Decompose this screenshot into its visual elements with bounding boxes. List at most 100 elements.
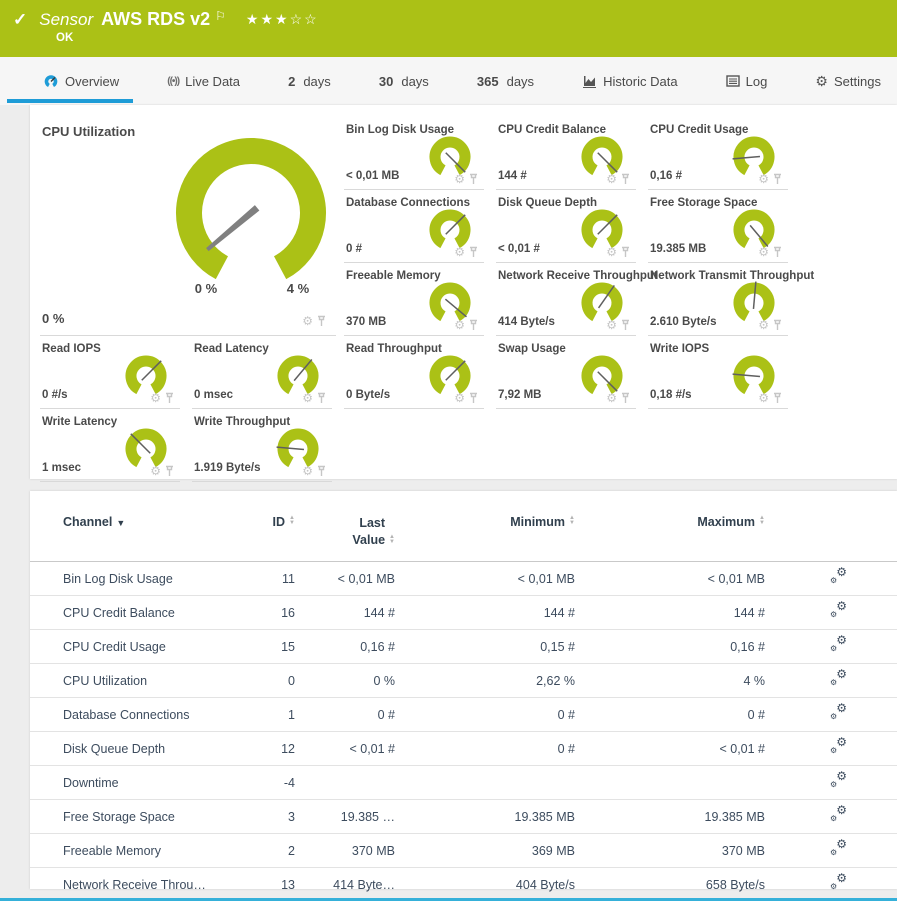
table-row[interactable]: CPU Utilization 0 0 % 2,62 % 4 % ⚙⚙	[30, 664, 897, 698]
table-row[interactable]: Network Receive Throu… 13 414 Byte… 404 …	[30, 868, 897, 901]
table-row[interactable]: Disk Queue Depth 12 < 0,01 # 0 # < 0,01 …	[30, 732, 897, 766]
table-row[interactable]: Free Storage Space 3 19.385 … 19.385 MB …	[30, 800, 897, 834]
channel-settings-icon[interactable]: ⚙⚙	[830, 841, 847, 857]
channel-name[interactable]: Bin Log Disk Usage	[30, 562, 253, 596]
gauge-cell-write-latency[interactable]: Write Latency 1 msec ⚙	[40, 409, 180, 482]
tab-30-days[interactable]: 30 days	[379, 57, 429, 105]
pin-icon[interactable]	[317, 465, 326, 477]
channel-name[interactable]: Free Storage Space	[30, 800, 253, 834]
tab-historic-data[interactable]: Historic Data	[582, 57, 677, 105]
pin-icon[interactable]	[773, 173, 782, 185]
gauge-cell-read-latency[interactable]: Read Latency 0 msec ⚙	[192, 336, 332, 409]
gear-icon[interactable]: ⚙	[150, 392, 161, 404]
pin-icon[interactable]	[621, 319, 630, 331]
pin-icon[interactable]	[621, 392, 630, 404]
channel-settings-icon[interactable]: ⚙⚙	[830, 637, 847, 653]
gauge-cell-read-throughput[interactable]: Read Throughput 0 Byte/s ⚙	[344, 336, 484, 409]
gear-icon[interactable]: ⚙	[302, 465, 313, 477]
gauge-cell-cpu-credit-usage[interactable]: CPU Credit Usage 0,16 # ⚙	[648, 117, 788, 190]
pin-icon[interactable]	[317, 392, 326, 404]
column-header-minimum[interactable]: Minimum▲▼	[395, 507, 575, 562]
gauge-cell-read-iops[interactable]: Read IOPS 0 #/s ⚙	[40, 336, 180, 409]
gear-icon[interactable]: ⚙	[302, 315, 313, 327]
channel-settings-icon[interactable]: ⚙⚙	[830, 603, 847, 619]
channel-settings-icon[interactable]: ⚙⚙	[830, 875, 847, 891]
gear-icon[interactable]: ⚙	[758, 246, 769, 258]
gear-icon[interactable]: ⚙	[454, 392, 465, 404]
gauge-cell-write-throughput[interactable]: Write Throughput 1.919 Byte/s ⚙	[192, 409, 332, 482]
tab-2-days[interactable]: 2 days	[288, 57, 331, 105]
gear-icon[interactable]: ⚙	[606, 173, 617, 185]
sort-icon[interactable]: ▲▼	[759, 516, 765, 526]
gauge-cell-database-connections[interactable]: Database Connections 0 # ⚙	[344, 190, 484, 263]
gear-icon[interactable]: ⚙	[606, 319, 617, 331]
gauge-cell-disk-queue-depth[interactable]: Disk Queue Depth < 0,01 # ⚙	[496, 190, 636, 263]
flag-icon[interactable]: ⚐	[215, 9, 226, 23]
pin-icon[interactable]	[773, 319, 782, 331]
channel-name[interactable]: Database Connections	[30, 698, 253, 732]
gear-icon[interactable]: ⚙	[454, 173, 465, 185]
gauge-cell-free-storage-space[interactable]: Free Storage Space 19.385 MB ⚙	[648, 190, 788, 263]
pin-icon[interactable]	[469, 392, 478, 404]
channel-name[interactable]: Disk Queue Depth	[30, 732, 253, 766]
gauge-cell-cpu-credit-balance[interactable]: CPU Credit Balance 144 # ⚙	[496, 117, 636, 190]
pin-icon[interactable]	[469, 173, 478, 185]
gauge-cell-bin-log-disk-usage[interactable]: Bin Log Disk Usage < 0,01 MB ⚙	[344, 117, 484, 190]
channel-name[interactable]: Freeable Memory	[30, 834, 253, 868]
gear-icon[interactable]: ⚙	[606, 246, 617, 258]
pin-icon[interactable]	[773, 392, 782, 404]
channel-settings-icon[interactable]: ⚙⚙	[830, 671, 847, 687]
column-header-channel[interactable]: Channel▼	[30, 507, 253, 562]
channel-name[interactable]: CPU Utilization	[30, 664, 253, 698]
sort-icon[interactable]: ▲▼	[389, 535, 395, 545]
column-header-maximum[interactable]: Maximum▲▼	[575, 507, 765, 562]
table-row[interactable]: Database Connections 1 0 # 0 # 0 # ⚙⚙	[30, 698, 897, 732]
gear-icon[interactable]: ⚙	[454, 246, 465, 258]
gear-icon[interactable]: ⚙	[758, 319, 769, 331]
pin-icon[interactable]	[773, 246, 782, 258]
gauge-cell-swap-usage[interactable]: Swap Usage 7,92 MB ⚙	[496, 336, 636, 409]
pin-icon[interactable]	[317, 315, 326, 327]
channel-settings-icon[interactable]: ⚙⚙	[830, 569, 847, 585]
pin-icon[interactable]	[469, 246, 478, 258]
channel-name[interactable]: CPU Credit Balance	[30, 596, 253, 630]
gear-icon[interactable]: ⚙	[606, 392, 617, 404]
channel-settings-icon[interactable]: ⚙⚙	[830, 739, 847, 755]
table-row[interactable]: Downtime -4 ⚙⚙	[30, 766, 897, 800]
tab-365-days[interactable]: 365 days	[477, 57, 534, 105]
pin-icon[interactable]	[621, 173, 630, 185]
sort-icon[interactable]: ▲▼	[569, 516, 575, 526]
column-header-last-value[interactable]: Last Value▲▼	[295, 507, 395, 562]
gear-icon[interactable]: ⚙	[758, 173, 769, 185]
table-row[interactable]: Bin Log Disk Usage 11 < 0,01 MB < 0,01 M…	[30, 562, 897, 596]
gear-icon[interactable]: ⚙	[758, 392, 769, 404]
column-header-id[interactable]: ID▲▼	[253, 507, 295, 562]
priority-stars[interactable]: ★★★☆☆	[246, 11, 319, 28]
gear-icon[interactable]: ⚙	[150, 465, 161, 477]
tab-overview[interactable]: Overview	[43, 57, 119, 105]
channel-name[interactable]: CPU Credit Usage	[30, 630, 253, 664]
tab-log[interactable]: Log	[726, 57, 768, 105]
channel-settings-icon[interactable]: ⚙⚙	[830, 773, 847, 789]
tab-settings[interactable]: ⚙ Settings	[815, 57, 881, 105]
gauge-cell-network-transmit-throughput[interactable]: Network Transmit Throughput 2.610 Byte/s…	[648, 263, 788, 336]
tab-live-data[interactable]: ((•)) Live Data	[167, 57, 240, 105]
pin-icon[interactable]	[469, 319, 478, 331]
channel-name[interactable]: Network Receive Throu…	[30, 868, 253, 901]
gear-icon[interactable]: ⚙	[454, 319, 465, 331]
gauge-cell-cpu-utilization[interactable]: CPU Utilization 0 % 4 % 0 % ⚙	[40, 117, 336, 336]
channel-name[interactable]: Downtime	[30, 766, 253, 800]
table-row[interactable]: Freeable Memory 2 370 MB 369 MB 370 MB ⚙…	[30, 834, 897, 868]
channel-settings-icon[interactable]: ⚙⚙	[830, 807, 847, 823]
table-row[interactable]: CPU Credit Balance 16 144 # 144 # 144 # …	[30, 596, 897, 630]
gauge-cell-write-iops[interactable]: Write IOPS 0,18 #/s ⚙	[648, 336, 788, 409]
pin-icon[interactable]	[621, 246, 630, 258]
pin-icon[interactable]	[165, 392, 174, 404]
sort-icon[interactable]: ▲▼	[289, 516, 295, 526]
channel-settings-icon[interactable]: ⚙⚙	[830, 705, 847, 721]
table-row[interactable]: CPU Credit Usage 15 0,16 # 0,15 # 0,16 #…	[30, 630, 897, 664]
gauge-cell-freeable-memory[interactable]: Freeable Memory 370 MB ⚙	[344, 263, 484, 336]
pin-icon[interactable]	[165, 465, 174, 477]
gear-icon[interactable]: ⚙	[302, 392, 313, 404]
gauge-cell-network-receive-throughput[interactable]: Network Receive Throughput 414 Byte/s ⚙	[496, 263, 636, 336]
